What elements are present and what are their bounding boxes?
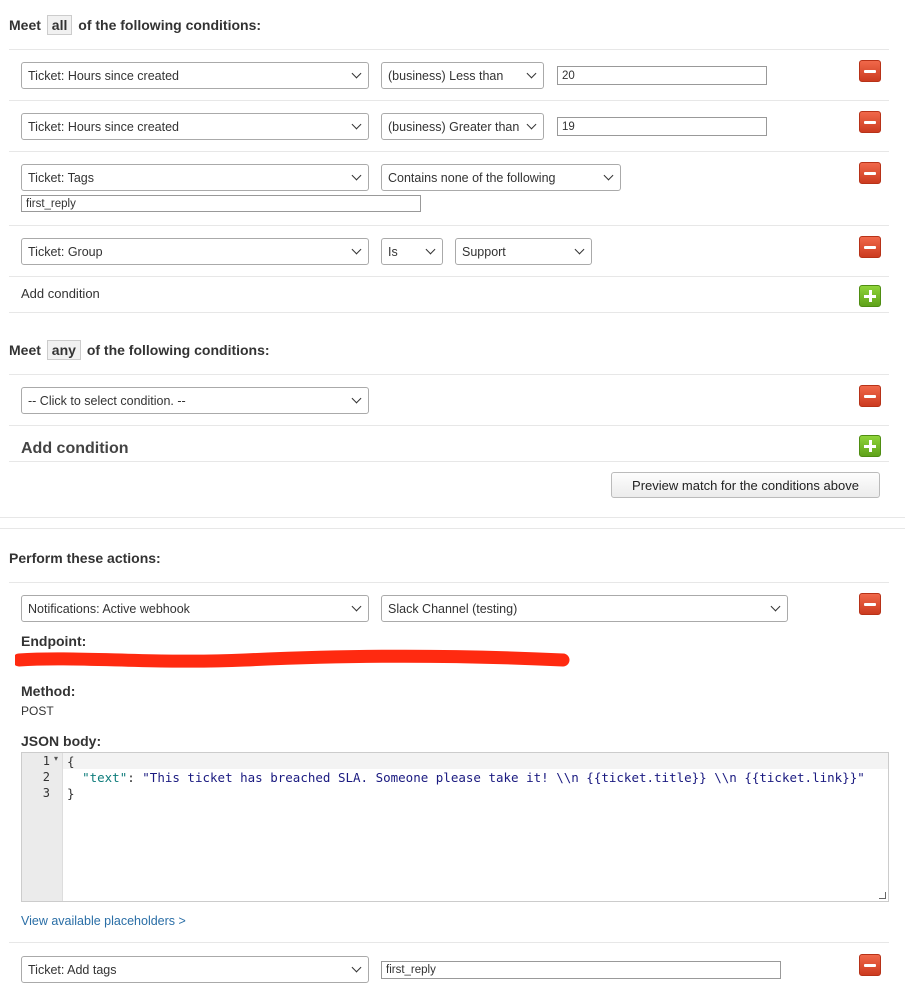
minus-icon[interactable] — [859, 954, 881, 976]
code-line: "text": "This ticket has breached SLA. S… — [67, 770, 865, 785]
condition-operator-select[interactable]: (business) Less than — [381, 62, 544, 89]
code-line: { — [67, 754, 75, 769]
redaction-scribble — [15, 649, 570, 668]
all-keyword: all — [46, 15, 73, 35]
divider — [9, 225, 889, 226]
divider — [0, 528, 905, 529]
divider — [9, 312, 889, 313]
view-placeholders-link[interactable]: View available placeholders > — [21, 914, 186, 928]
condition-operator-select[interactable]: Is — [381, 238, 443, 265]
method-label: Method: — [21, 683, 76, 699]
webhook-target-select[interactable]: Slack Channel (testing) — [381, 595, 788, 622]
condition-field-select[interactable]: Ticket: Hours since created — [21, 113, 369, 140]
add-tags-input[interactable] — [381, 961, 781, 979]
action-field-select[interactable]: Ticket: Add tags — [21, 956, 369, 983]
any-conditions-heading: Meet any of the following conditions: — [9, 340, 270, 360]
condition-1-value-input[interactable] — [557, 66, 767, 85]
code-value: "This ticket has breached SLA. Someone p… — [142, 770, 865, 785]
code-line: } — [67, 786, 75, 801]
endpoint-label: Endpoint: — [21, 633, 87, 649]
condition-value-select[interactable]: Support — [455, 238, 592, 265]
minus-icon[interactable] — [859, 60, 881, 82]
all-conditions-heading: Meet all of the following conditions: — [9, 15, 261, 35]
divider — [0, 517, 905, 518]
condition-3-tags-input[interactable] — [21, 195, 421, 212]
divider — [9, 276, 889, 277]
line-number: 3 — [42, 786, 50, 800]
code-brace-close: } — [67, 786, 75, 801]
add-condition-label: Add condition — [21, 440, 129, 457]
plus-icon[interactable] — [859, 435, 881, 457]
json-body-label: JSON body: — [21, 733, 102, 749]
add-condition-label: Add condition — [21, 286, 100, 301]
condition-field-select[interactable]: Ticket: Group — [21, 238, 369, 265]
divider — [9, 461, 889, 462]
heading-prefix: Meet — [9, 342, 41, 358]
divider — [9, 942, 889, 943]
any-keyword: any — [46, 340, 81, 360]
code-key: "text" — [82, 770, 128, 785]
divider — [9, 582, 889, 583]
preview-match-button[interactable]: Preview match for the conditions above — [611, 472, 880, 498]
active-line-highlight — [63, 753, 888, 769]
condition-field-select[interactable]: -- Click to select condition. -- — [21, 387, 369, 414]
heading-prefix: Meet — [9, 17, 41, 33]
minus-icon[interactable] — [859, 593, 881, 615]
code-separator: : — [127, 770, 143, 785]
divider — [9, 151, 889, 152]
divider — [9, 100, 889, 101]
action-field-select[interactable]: Notifications: Active webhook — [21, 595, 369, 622]
line-number-gutter: 1 ▾ 2 3 — [22, 753, 63, 901]
minus-icon[interactable] — [859, 162, 881, 184]
line-number: 2 — [42, 770, 50, 784]
divider — [9, 425, 889, 426]
plus-icon[interactable] — [859, 285, 881, 307]
minus-icon[interactable] — [859, 385, 881, 407]
actions-heading: Perform these actions: — [9, 550, 161, 566]
method-value: POST — [21, 704, 54, 718]
fold-arrow-icon[interactable]: ▾ — [54, 754, 58, 763]
condition-field-select[interactable]: Ticket: Hours since created — [21, 62, 369, 89]
minus-icon[interactable] — [859, 236, 881, 258]
resize-handle-icon[interactable] — [879, 892, 886, 899]
condition-2-value-input[interactable] — [557, 117, 767, 136]
line-number: 1 — [42, 754, 50, 768]
condition-operator-select[interactable]: Contains none of the following — [381, 164, 621, 191]
divider — [9, 49, 889, 50]
condition-operator-select[interactable]: (business) Greater than — [381, 113, 544, 140]
heading-suffix: of the following conditions: — [78, 17, 262, 33]
json-body-editor[interactable]: 1 ▾ 2 3 { "text": "This ticket has breac… — [21, 752, 889, 902]
heading-suffix: of the following conditions: — [86, 342, 270, 358]
condition-field-select[interactable]: Ticket: Tags — [21, 164, 369, 191]
divider — [9, 374, 889, 375]
minus-icon[interactable] — [859, 111, 881, 133]
code-brace-open: { — [67, 754, 75, 769]
